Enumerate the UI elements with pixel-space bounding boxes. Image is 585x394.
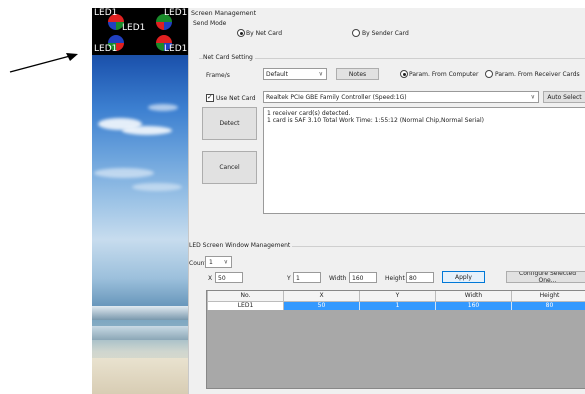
- cell-width[interactable]: 160: [435, 301, 512, 310]
- count-select[interactable]: 1 ∨: [205, 256, 232, 268]
- led-tile: LED1: [140, 31, 188, 55]
- param-from-receiver-radio[interactable]: [485, 70, 493, 78]
- led-tile-label: LED1: [164, 8, 188, 18]
- notes-button[interactable]: Notes: [336, 68, 379, 80]
- column-header-width[interactable]: Width: [435, 291, 512, 302]
- param-from-computer-label: Param. From Computer: [409, 71, 479, 78]
- column-header-y[interactable]: Y: [359, 291, 436, 302]
- height-label: Height: [385, 275, 405, 282]
- log-line: 1 receiver card(s) detected.: [267, 110, 351, 117]
- by-net-card-label: By Net Card: [246, 30, 283, 37]
- cell-y[interactable]: 1: [359, 301, 436, 310]
- led-center-label: LED1: [122, 23, 146, 33]
- chevron-down-icon: ∨: [530, 93, 535, 101]
- cell-x[interactable]: 50: [283, 301, 360, 310]
- x-input[interactable]: 50: [215, 272, 243, 283]
- auto-select-button[interactable]: Auto Select: [543, 91, 585, 103]
- net-card-setting-group: [199, 58, 585, 59]
- frames-select[interactable]: Default ∨: [263, 68, 327, 80]
- cancel-button[interactable]: Cancel: [202, 151, 257, 184]
- by-sender-card-radio[interactable]: [352, 29, 360, 37]
- param-from-receiver-label: Param. From Receiver Cards: [495, 71, 580, 78]
- net-card-setting-label: Net Card Setting: [203, 54, 255, 61]
- led-window-management-label: LED Screen Window Management: [189, 242, 293, 249]
- use-net-card-checkbox[interactable]: [206, 93, 214, 102]
- param-from-computer-radio[interactable]: [400, 70, 408, 78]
- column-header-no[interactable]: No.: [207, 291, 284, 302]
- led-tile-grid: LED1 LED1 LED1 LED1 LED1: [92, 8, 188, 55]
- chevron-down-icon: ∨: [223, 258, 228, 266]
- table-row[interactable]: LED1 50 1 160 80: [207, 301, 585, 310]
- column-header-height[interactable]: Height: [511, 291, 585, 302]
- table-header-row: No. X Y Width Height: [207, 291, 585, 302]
- arrow-pointer-icon: [9, 53, 78, 73]
- width-label: Width: [329, 275, 347, 282]
- led-tile: LED1: [92, 31, 140, 55]
- screen-management-window: Screen Management Send Mode By Net Card …: [188, 8, 585, 394]
- x-label: X: [208, 275, 213, 282]
- column-header-x[interactable]: X: [283, 291, 360, 302]
- led-tile-label: LED1: [164, 44, 188, 54]
- led-tile-label: LED1: [94, 8, 118, 18]
- led-window-table: No. X Y Width Height LED1 50 1 160 80: [206, 290, 585, 389]
- y-label: Y: [287, 275, 291, 282]
- led-tile-label: LED1: [94, 44, 118, 54]
- led-screen-preview: LED1 LED1 LED1 LED1 LED1: [92, 8, 188, 394]
- cell-height[interactable]: 80: [511, 301, 585, 310]
- y-input[interactable]: 1: [293, 272, 321, 283]
- width-input[interactable]: 160: [349, 272, 377, 283]
- led-tile: LED1: [140, 8, 188, 32]
- cell-no[interactable]: LED1: [207, 301, 284, 310]
- detect-button[interactable]: Detect: [202, 107, 257, 140]
- configure-selected-button[interactable]: Configure Selected One...: [506, 271, 585, 283]
- window-title: Screen Management: [191, 10, 257, 17]
- log-line: 1 card is 5AF 3.10 Total Work Time: 1:55…: [267, 117, 484, 124]
- chevron-down-icon: ∨: [318, 70, 323, 78]
- apply-button[interactable]: Apply: [442, 271, 485, 283]
- by-net-card-radio[interactable]: [237, 29, 245, 37]
- detection-log[interactable]: 1 receiver card(s) detected. 1 card is 5…: [263, 107, 585, 214]
- send-mode-label: Send Mode: [193, 20, 227, 27]
- height-input[interactable]: 80: [406, 272, 434, 283]
- net-card-select[interactable]: Realtek PCIe GBE Family Controller (Spee…: [263, 91, 539, 103]
- frames-label: Frame/s: [206, 72, 230, 79]
- by-sender-card-label: By Sender Card: [362, 30, 409, 37]
- use-net-card-label: Use Net Card: [216, 95, 256, 102]
